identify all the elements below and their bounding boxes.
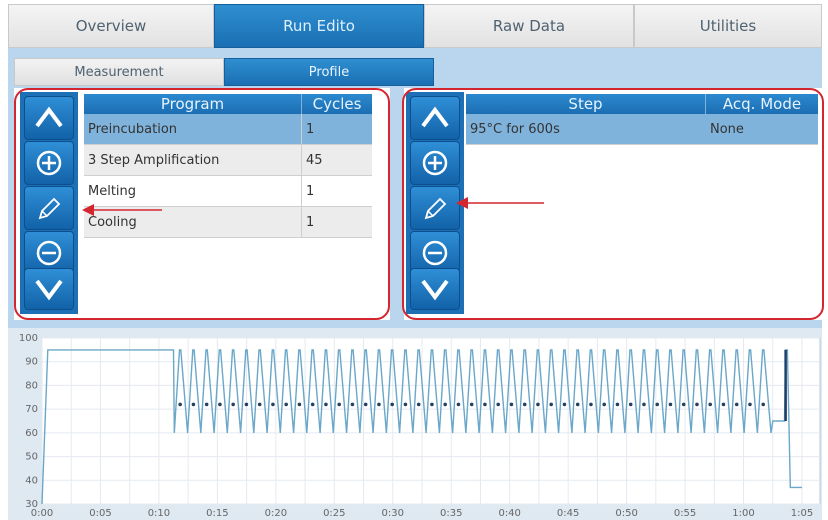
acquisition-point [191, 402, 196, 407]
acquisition-point [204, 402, 209, 407]
acquisition-point [708, 402, 713, 407]
x-tick-label: 0:45 [557, 508, 579, 519]
acquisition-point [416, 402, 421, 407]
acquisition-point [615, 402, 620, 407]
acquisition-point [668, 402, 673, 407]
acquisition-point [549, 402, 553, 407]
y-tick-label: 80 [25, 380, 38, 391]
acquisition-point [721, 402, 726, 407]
acquisition-point [748, 402, 752, 407]
x-tick-label: 0:35 [440, 508, 462, 519]
tab-utilities[interactable]: Utilities [634, 4, 822, 48]
acquisition-point [324, 402, 328, 407]
acquisition-point [271, 402, 275, 407]
x-tick-label: 0:20 [265, 508, 287, 519]
acquisition-point [681, 402, 686, 407]
x-tick-label: 0:30 [382, 508, 404, 519]
x-tick-label: 0:00 [31, 508, 53, 519]
y-tick-label: 50 [25, 452, 38, 463]
acquisition-point [628, 402, 633, 407]
y-tick-label: 100 [19, 333, 38, 344]
acquisition-point [655, 402, 660, 407]
y-tick-label: 90 [25, 357, 38, 368]
acquisition-point [390, 402, 394, 407]
x-tick-label: 0:15 [206, 508, 228, 519]
acquisition-point [456, 402, 461, 407]
acquisition-point [695, 402, 699, 407]
acquisition-point [297, 402, 302, 407]
acquisition-point [310, 402, 315, 407]
acquisition-point [244, 402, 249, 407]
acquisition-point [589, 402, 593, 407]
y-tick-label: 40 [25, 475, 38, 486]
x-tick-label: 0:25 [323, 508, 345, 519]
y-tick-label: 60 [25, 428, 38, 439]
x-tick-label: 0:05 [89, 508, 111, 519]
acquisition-point [496, 402, 500, 407]
acquisition-point [350, 402, 355, 407]
acquisition-point [761, 402, 766, 407]
subtab-profile[interactable]: Profile [224, 58, 434, 86]
acquisition-point [178, 402, 182, 407]
acquisition-point [602, 402, 607, 407]
acquisition-point [284, 402, 288, 407]
acquisition-point [377, 402, 381, 407]
acquisition-point [403, 402, 408, 407]
program-highlight-box [14, 88, 390, 320]
acquisition-point [469, 402, 474, 407]
step-edit-arrow [456, 197, 544, 209]
acquisition-point [443, 402, 447, 407]
tab-overview[interactable]: Overview [8, 4, 214, 48]
x-tick-label: 0:40 [498, 508, 520, 519]
acquisition-point [734, 402, 739, 407]
x-tick-label: 0:50 [615, 508, 637, 519]
acquisition-point [522, 402, 527, 407]
x-tick-label: 1:00 [732, 508, 754, 519]
acquisition-point [231, 402, 235, 407]
x-tick-label: 1:05 [791, 508, 813, 519]
tab-run-editor[interactable]: Run Edito [214, 4, 424, 48]
acquisition-point [509, 402, 514, 407]
tab-raw-data[interactable]: Raw Data [424, 4, 634, 48]
acquisition-point [430, 402, 434, 407]
acquisition-point [257, 402, 262, 407]
subtab-measurement[interactable]: Measurement [14, 58, 224, 86]
y-tick-label: 70 [25, 404, 38, 415]
temperature-profile-chart: 304050607080901000:00 0:05 0:10 0:15 0:20 0:2… [19, 333, 821, 519]
acquisition-point [363, 402, 368, 407]
acquisition-point [337, 402, 341, 407]
acquisition-point [642, 402, 646, 407]
x-tick-label: 0:55 [674, 508, 696, 519]
x-tick-label: 0:10 [148, 508, 170, 519]
acquisition-point [562, 402, 567, 407]
program-edit-arrow [82, 204, 162, 216]
acquisition-point [575, 402, 580, 407]
acquisition-point [536, 402, 540, 407]
acquisition-point [483, 402, 487, 407]
acquisition-point [218, 402, 222, 407]
